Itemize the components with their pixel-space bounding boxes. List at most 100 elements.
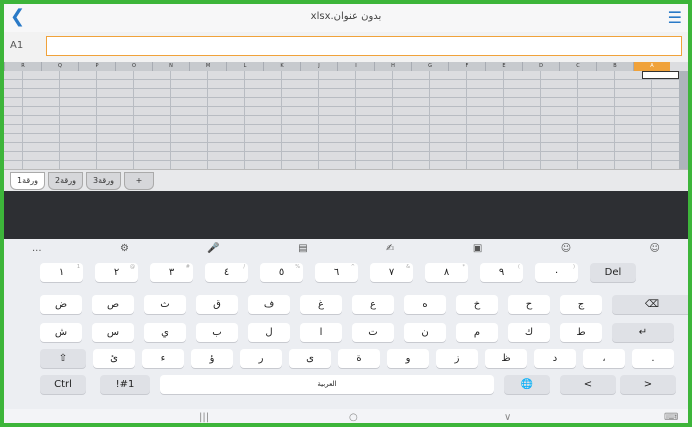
menu-icon[interactable]: ☰ <box>668 8 682 27</box>
sheet-tab[interactable]: ورقة3 <box>86 172 121 190</box>
key[interactable]: و <box>387 349 429 368</box>
column-header[interactable]: M <box>189 62 226 71</box>
key[interactable]: ت <box>352 323 394 342</box>
home-icon[interactable]: ○ <box>349 412 358 423</box>
key[interactable]: ⇧ <box>40 349 86 368</box>
nav-bar: ||| ○ ∨ ⌨ <box>4 409 688 423</box>
key[interactable]: Del <box>590 263 636 282</box>
key[interactable]: ٥% <box>260 263 303 282</box>
column-header[interactable]: B <box>596 62 633 71</box>
column-header[interactable]: O <box>115 62 152 71</box>
key[interactable]: ٠) <box>535 263 578 282</box>
cell-reference[interactable]: A1 <box>10 40 23 51</box>
key[interactable]: ء <box>142 349 184 368</box>
key[interactable]: ض <box>40 295 82 314</box>
key[interactable]: ط <box>560 323 602 342</box>
key[interactable]: ئ <box>93 349 135 368</box>
space-key[interactable]: العربية <box>160 375 494 394</box>
column-header[interactable]: N <box>152 62 189 71</box>
key[interactable]: ٧ & <box>370 263 413 282</box>
column-header[interactable]: D <box>522 62 559 71</box>
mic-icon[interactable]: 🎤 <box>207 243 219 261</box>
keyboard-layout-icon[interactable]: ▣ <box>473 243 482 261</box>
ctrl-key[interactable]: Ctrl <box>40 375 86 394</box>
key[interactable]: ٢ @ <box>95 263 138 282</box>
column-header[interactable]: F <box>448 62 485 71</box>
key[interactable]: ؤ <box>191 349 233 368</box>
add-sheet-button[interactable]: + <box>124 172 154 190</box>
column-header[interactable]: J <box>300 62 337 71</box>
key[interactable]: ، <box>583 349 625 368</box>
settings-icon[interactable]: ⚙ <box>120 243 129 261</box>
column-header[interactable]: H <box>374 62 411 71</box>
key[interactable]: خ <box>456 295 498 314</box>
sheet-tab[interactable]: ورقة2 <box>48 172 83 190</box>
key-hint: / <box>243 264 245 270</box>
key[interactable]: . <box>632 349 674 368</box>
key[interactable]: ٨ * <box>425 263 468 282</box>
key[interactable]: ه <box>404 295 446 314</box>
key[interactable]: ↵ <box>612 323 674 342</box>
more-icon[interactable]: ... <box>32 243 42 261</box>
key[interactable]: ر <box>240 349 282 368</box>
key[interactable]: ب <box>196 323 238 342</box>
key-label: ي <box>161 327 169 338</box>
sheet-tab[interactable]: ورقة1 <box>10 172 45 190</box>
column-header[interactable]: Q <box>41 62 78 71</box>
key[interactable]: ظ <box>485 349 527 368</box>
key[interactable]: غ <box>300 295 342 314</box>
key[interactable]: ع <box>352 295 394 314</box>
key-label: ث <box>160 299 170 310</box>
key-label: ا <box>319 327 323 338</box>
column-header[interactable]: A <box>633 62 670 71</box>
right-arrow-key[interactable]: > <box>620 375 676 394</box>
key[interactable]: ١1 <box>40 263 83 282</box>
key[interactable]: ش <box>40 323 82 342</box>
key[interactable]: ف <box>248 295 290 314</box>
column-header[interactable]: R <box>4 62 41 71</box>
clipboard-icon[interactable]: ▤ <box>298 243 307 261</box>
column-header[interactable]: K <box>263 62 300 71</box>
symbols-key[interactable]: !#1 <box>100 375 150 394</box>
key[interactable]: ل <box>248 323 290 342</box>
key[interactable]: ٩( <box>480 263 523 282</box>
formula-input[interactable] <box>46 36 682 56</box>
key[interactable]: ى <box>289 349 331 368</box>
key[interactable]: ٦ ^ <box>315 263 358 282</box>
key[interactable]: س <box>92 323 134 342</box>
sticker-icon[interactable]: ☺ <box>561 243 571 261</box>
key[interactable]: ك <box>508 323 550 342</box>
key[interactable]: ث <box>144 295 186 314</box>
language-key[interactable]: 🌐 <box>504 375 550 394</box>
key[interactable]: ح <box>508 295 550 314</box>
recents-icon[interactable]: ||| <box>199 412 209 423</box>
column-header[interactable]: E <box>485 62 522 71</box>
column-header[interactable]: I <box>337 62 374 71</box>
left-arrow-key[interactable]: < <box>560 375 616 394</box>
emoji-icon[interactable]: ☺ <box>650 243 660 261</box>
key[interactable]: ق <box>196 295 238 314</box>
key[interactable]: ا <box>300 323 342 342</box>
keyboard-icon[interactable]: ⌨ <box>664 412 678 423</box>
spreadsheet-grid[interactable]: ABCDEFGHIJKLMNOPQR <box>4 62 688 169</box>
key[interactable]: ⌫ <box>612 295 688 314</box>
sheet-tabs: ورقة1 ورقة2 ورقة3 + <box>4 169 688 192</box>
active-cell[interactable] <box>642 71 679 79</box>
key[interactable]: م <box>456 323 498 342</box>
back-nav-icon[interactable]: ∨ <box>504 412 511 423</box>
key[interactable]: ص <box>92 295 134 314</box>
handwriting-icon[interactable]: ✍ <box>386 243 394 261</box>
cell-area[interactable] <box>4 71 688 169</box>
column-header[interactable]: C <box>559 62 596 71</box>
key[interactable]: ن <box>404 323 446 342</box>
key[interactable]: ي <box>144 323 186 342</box>
column-header[interactable]: P <box>78 62 115 71</box>
column-header[interactable]: G <box>411 62 448 71</box>
key[interactable]: ٣ # <box>150 263 193 282</box>
key[interactable]: د <box>534 349 576 368</box>
key[interactable]: ز <box>436 349 478 368</box>
key[interactable]: ٤/ <box>205 263 248 282</box>
key[interactable]: ج <box>560 295 602 314</box>
key[interactable]: ة <box>338 349 380 368</box>
column-header[interactable]: L <box>226 62 263 71</box>
